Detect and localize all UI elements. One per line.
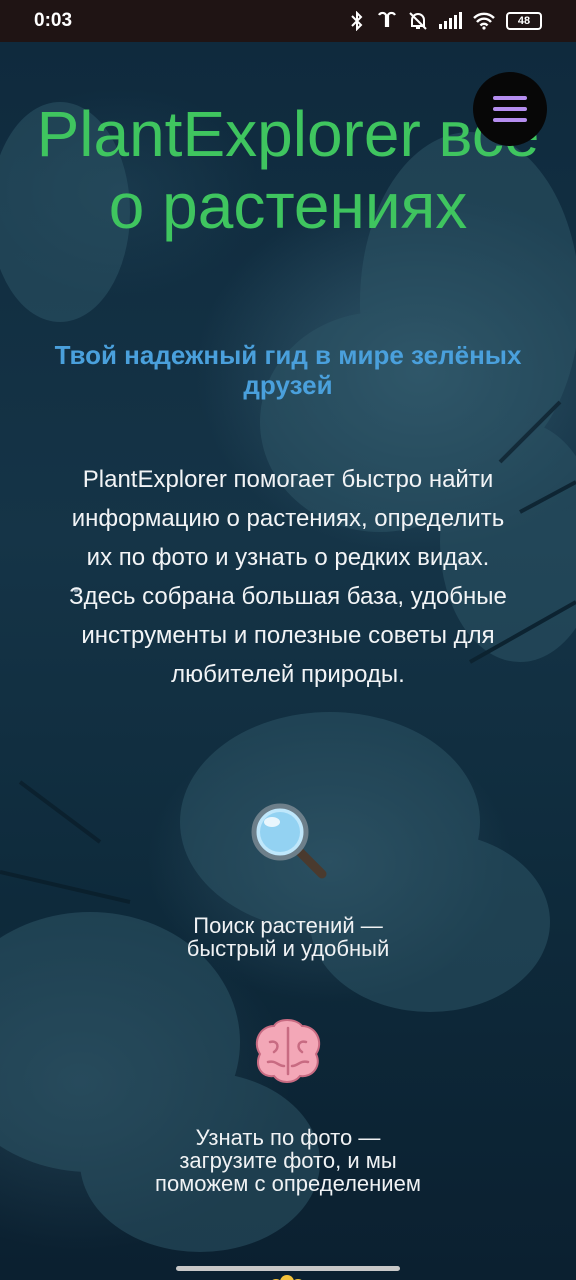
status-time: 0:03 [34,10,73,31]
status-icons: 48 [348,11,542,31]
signal-icon [439,12,462,29]
bell-off-icon [409,12,427,30]
feature-search-text: Поиск растений — быстрый и удобный [186,913,390,961]
hamburger-menu-icon [493,96,527,100]
status-bar: 0:03 48 [0,0,576,42]
wifi-icon [473,12,495,30]
menu-button[interactable] [473,72,547,146]
tagline: Твой надежный гид в мире зелёных друзей [54,340,522,400]
battery-icon: 48 [506,12,542,30]
page-content: PlantExplorer всё о растениях Твой надеж… [0,42,576,1280]
bluetooth-icon [351,11,363,31]
earbuds-icon [378,11,396,27]
description: PlantExplorer помогает быстро найти инфо… [69,466,507,688]
feature-photo-text: Узнать по фото — загрузите фото, и мы по… [155,1125,421,1196]
magnifying-glass-icon [251,803,327,879]
brain-icon [255,1019,321,1083]
flower-icon [272,1275,302,1280]
home-indicator[interactable] [176,1266,400,1271]
